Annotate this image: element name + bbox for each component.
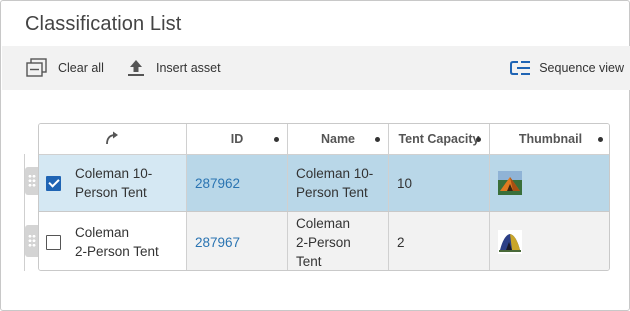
thumbnail-cell[interactable] xyxy=(490,155,609,211)
clear-all-button[interactable]: Clear all xyxy=(26,46,104,90)
column-menu-icon[interactable] xyxy=(274,137,279,142)
name-cell: Coleman 10- Person Tent xyxy=(288,155,389,211)
name-cell: Coleman 2-Person Tent xyxy=(288,212,389,270)
clear-all-label: Clear all xyxy=(58,61,104,75)
insert-asset-button[interactable]: Insert asset xyxy=(126,46,221,90)
classification-list-panel: Classification List Clear all Insert ass… xyxy=(0,0,630,311)
row-checkbox[interactable] xyxy=(46,175,61,191)
drag-handle-icon[interactable] xyxy=(25,225,39,257)
column-header-thumbnail[interactable]: Thumbnail xyxy=(490,124,609,154)
table-row[interactable]: Coleman 10- Person Tent 287962 Coleman 1… xyxy=(39,155,609,211)
table-row[interactable]: Coleman 2-Person Tent 287967 Coleman 2-P… xyxy=(39,211,609,270)
row-label: Coleman 2-Person Tent xyxy=(75,225,159,259)
sequence-view-icon xyxy=(509,59,531,77)
column-menu-icon[interactable] xyxy=(598,137,603,142)
column-menu-icon[interactable] xyxy=(375,137,380,142)
toolbar: Clear all Insert asset Sequence view xyxy=(2,46,630,90)
insert-asset-label: Insert asset xyxy=(156,61,221,75)
upload-icon xyxy=(126,58,146,78)
clear-all-icon xyxy=(26,58,48,78)
blue-tent-image xyxy=(498,230,522,254)
capacity-cell: 10 xyxy=(389,155,490,211)
sequence-view-button[interactable]: Sequence view xyxy=(509,46,624,90)
row-checkbox[interactable] xyxy=(46,234,61,250)
table-header: ID Name Tent Capacity Thumbnail xyxy=(39,124,609,155)
id-cell[interactable]: 287962 xyxy=(187,155,288,211)
reorder-column-header[interactable] xyxy=(39,124,187,154)
row-label: Coleman 10- Person Tent xyxy=(75,166,153,200)
thumbnail-cell[interactable] xyxy=(490,212,609,270)
column-header-id[interactable]: ID xyxy=(187,124,288,154)
drag-handle-icon[interactable] xyxy=(25,167,39,195)
sequence-view-label: Sequence view xyxy=(539,61,624,75)
id-cell[interactable]: 287967 xyxy=(187,212,288,270)
column-header-tent-capacity[interactable]: Tent Capacity xyxy=(389,124,490,154)
row-label-cell[interactable]: Coleman 2-Person Tent xyxy=(39,212,187,270)
row-label-cell[interactable]: Coleman 10- Person Tent xyxy=(39,155,187,211)
capacity-cell: 2 xyxy=(389,212,490,270)
column-menu-icon[interactable] xyxy=(476,137,481,142)
panel-title: Classification List xyxy=(25,13,182,35)
orange-tent-image xyxy=(498,171,522,195)
column-header-name[interactable]: Name xyxy=(288,124,389,154)
classification-table: ID Name Tent Capacity Thumbnail Coleman … xyxy=(38,123,610,271)
reorder-arrow-icon xyxy=(104,130,122,149)
